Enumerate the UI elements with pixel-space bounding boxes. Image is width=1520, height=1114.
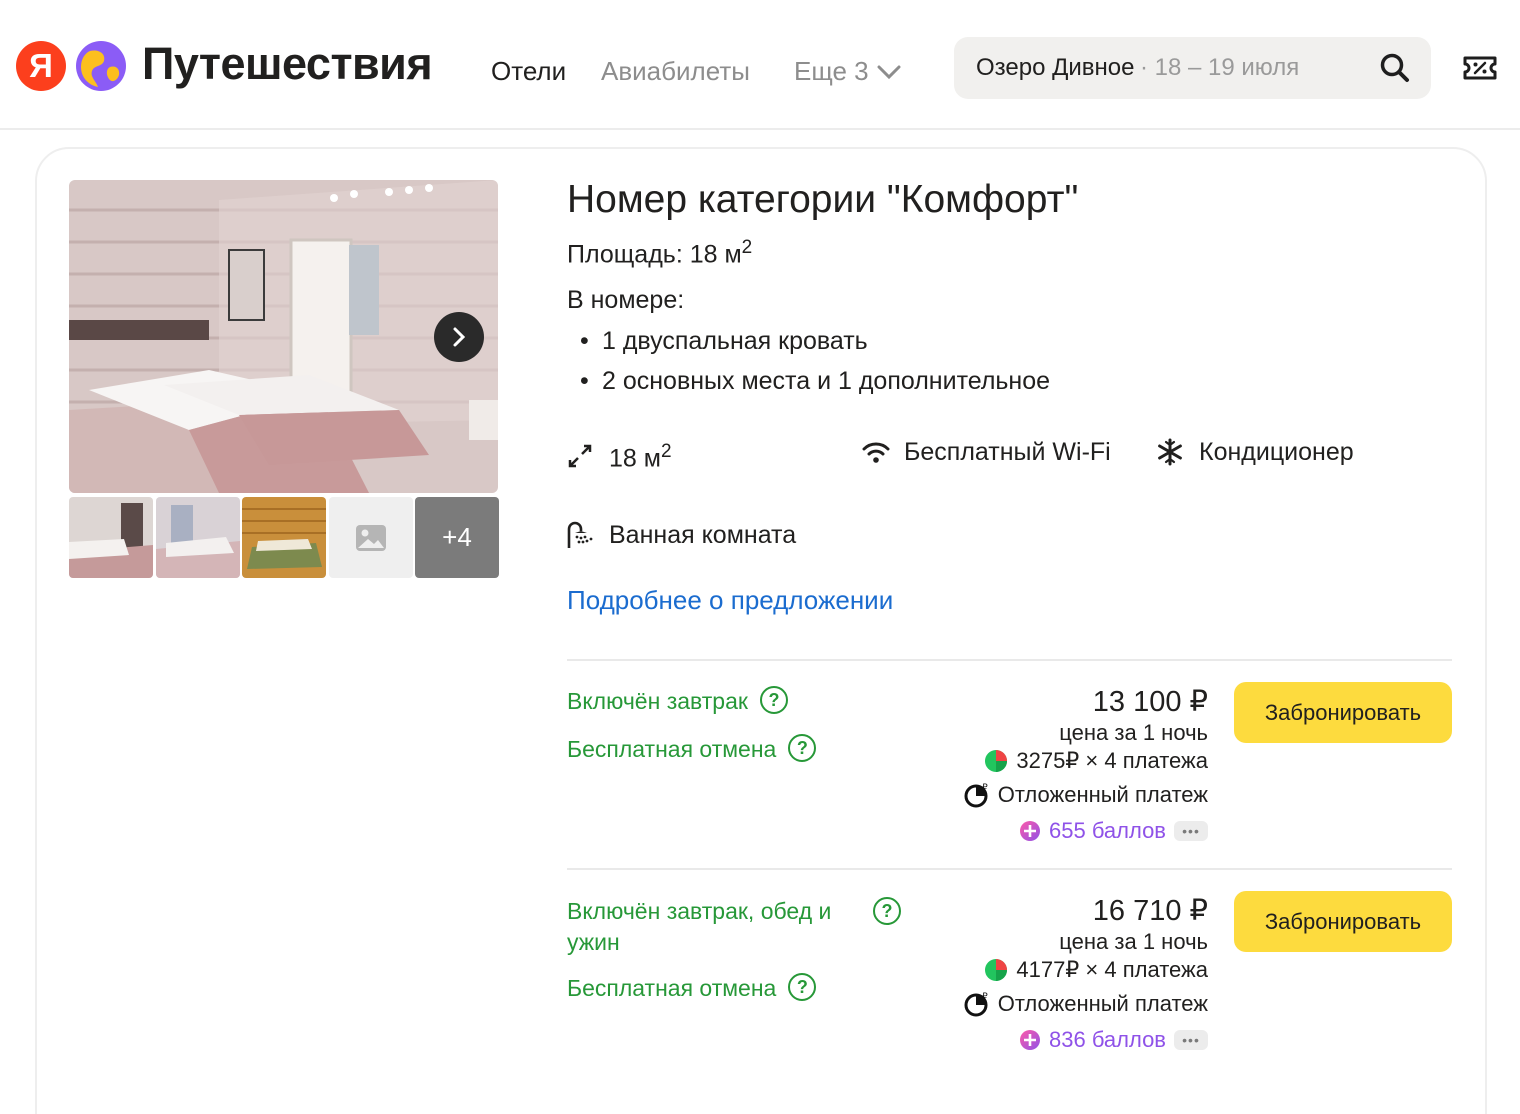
deferred-payment[interactable]: ₽ Отложенный платеж xyxy=(964,782,1208,808)
split-payment[interactable]: 4177₽ × 4 платежа xyxy=(984,957,1208,983)
offer-condition-text: Включён завтрак xyxy=(567,688,748,714)
in-room-label: В номере: xyxy=(567,286,685,314)
chevron-down-icon xyxy=(877,65,901,79)
gallery-next-button[interactable] xyxy=(434,312,484,362)
gallery-thumbnail[interactable] xyxy=(156,497,240,578)
offer-condition: Включён завтрак, обед и ужин ? xyxy=(567,896,907,958)
deferred-payment-icon: ₽ xyxy=(964,783,988,808)
expand-arrows-icon xyxy=(568,444,592,468)
offer-condition-text: Бесплатная отмена xyxy=(567,975,777,1001)
search-icon[interactable] xyxy=(1379,52,1411,84)
bed-list-item-text: 2 основных места и 1 дополнительное xyxy=(602,367,1051,395)
bed-list-item: • 2 основных места и 1 дополнительное xyxy=(580,367,1051,395)
search-dates[interactable]: · 18 – 19 июля xyxy=(1140,54,1299,82)
amenity-bath: Ванная комната xyxy=(565,518,796,552)
snowflake-icon xyxy=(1158,438,1182,466)
deferred-payment[interactable]: ₽ Отложенный платеж xyxy=(964,991,1208,1017)
loyalty-points-text: 836 баллов xyxy=(1049,1027,1166,1052)
deferred-payment-text: Отложенный платеж xyxy=(997,991,1208,1016)
nav-more-label: Еще 3 xyxy=(794,56,869,86)
deferred-payment-icon: ₽ xyxy=(964,992,988,1017)
split-payment-text: 3275₽ × 4 платежа xyxy=(1016,748,1208,773)
offer-condition: Бесплатная отмена ? xyxy=(567,973,817,1004)
wifi-icon xyxy=(862,442,890,463)
help-icon[interactable]: ? xyxy=(788,734,817,762)
gallery-thumbnail[interactable] xyxy=(69,497,153,578)
amenity-wifi: Бесплатный Wi-Fi xyxy=(862,435,1122,469)
room-area-label: Площадь: 18 м xyxy=(567,240,742,269)
room-area-unit-superscript: 2 xyxy=(741,237,753,258)
gallery-thumbnail[interactable] xyxy=(242,497,326,578)
book-button[interactable]: Забронировать xyxy=(1234,891,1452,952)
offer-condition-text: Бесплатная отмена xyxy=(567,736,777,762)
amenity-wifi-text: Бесплатный Wi-Fi xyxy=(904,438,1111,466)
image-icon xyxy=(356,524,386,551)
price-per-night-label: цена за 1 ночь xyxy=(1059,720,1208,745)
chevron-right-icon xyxy=(453,327,466,347)
gallery-more-button[interactable]: +4 xyxy=(415,497,499,578)
offer-price: 16 710 ₽ xyxy=(1092,895,1208,927)
room-area: Площадь: 18 м2 xyxy=(567,237,752,269)
offer-condition-text: Включён завтрак, обед и ужин xyxy=(567,898,832,955)
amenity-ac: Кондиционер xyxy=(1156,435,1354,469)
nav-more[interactable]: Еще 3 xyxy=(794,56,901,87)
discount-icon[interactable] xyxy=(1462,52,1498,84)
help-icon[interactable]: ? xyxy=(759,686,788,714)
amenity-ac-text: Кондиционер xyxy=(1199,438,1354,466)
price-per-night-label: цена за 1 ночь xyxy=(1059,929,1208,954)
service-name[interactable]: Путешествия xyxy=(142,38,433,90)
amenity-area-unit-superscript: 2 xyxy=(660,441,672,462)
offer-details-link[interactable]: Подробнее о предложении xyxy=(567,585,893,616)
site-header: Я Путешествия Отели Авиабилеты Еще 3 Озе… xyxy=(0,0,1520,130)
offer-condition: Бесплатная отмена ? xyxy=(567,734,817,765)
loyalty-points[interactable]: 655 баллов ••• xyxy=(1019,818,1208,844)
bed-list-item-text: 1 двуспальная кровать xyxy=(602,327,868,355)
search-place[interactable]: Озеро Дивное xyxy=(976,54,1134,82)
offer-price: 13 100 ₽ xyxy=(1092,686,1208,718)
room-title: Номер категории "Комфорт" xyxy=(567,178,1079,221)
plus-points-icon xyxy=(1020,821,1040,841)
amenity-area-text: 18 м xyxy=(609,444,661,473)
nav-avia[interactable]: Авиабилеты xyxy=(601,56,750,87)
split-payment-icon xyxy=(985,959,1008,981)
yandex-logo[interactable]: Я xyxy=(16,41,66,91)
split-payment-text: 4177₽ × 4 платежа xyxy=(1016,957,1208,982)
amenity-area: 18 м2 xyxy=(567,435,672,475)
divider xyxy=(567,659,1452,661)
svg-text:₽: ₽ xyxy=(982,992,988,1002)
shower-icon xyxy=(567,521,593,548)
more-icon[interactable]: ••• xyxy=(1174,821,1208,841)
svg-text:₽: ₽ xyxy=(982,783,988,793)
bed-list-item: • 1 двуспальная кровать xyxy=(580,327,868,355)
divider xyxy=(567,868,1452,870)
plus-points-icon xyxy=(1020,1030,1040,1050)
gallery-thumbnail-placeholder[interactable] xyxy=(329,497,413,578)
split-payment-icon xyxy=(985,750,1008,772)
offer-condition: Включён завтрак ? xyxy=(567,686,788,717)
help-icon[interactable]: ? xyxy=(788,973,817,1001)
deferred-payment-text: Отложенный платеж xyxy=(997,782,1208,807)
more-icon[interactable]: ••• xyxy=(1174,1030,1208,1050)
nav-hotels[interactable]: Отели xyxy=(491,56,566,87)
globe-icon[interactable] xyxy=(76,41,126,91)
help-icon[interactable]: ? xyxy=(873,897,901,925)
loyalty-points[interactable]: 836 баллов ••• xyxy=(1019,1027,1208,1053)
split-payment[interactable]: 3275₽ × 4 платежа xyxy=(984,748,1208,774)
book-button[interactable]: Забронировать xyxy=(1234,682,1452,743)
amenity-bath-text: Ванная комната xyxy=(609,521,797,549)
search-bar[interactable]: Озеро Дивное · 18 – 19 июля xyxy=(954,37,1431,99)
loyalty-points-text: 655 баллов xyxy=(1049,818,1166,843)
